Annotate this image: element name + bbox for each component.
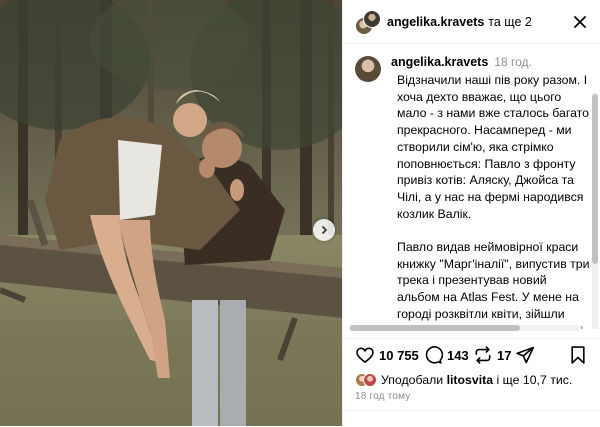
liked-by-suffix[interactable]: і ще 10,7 тис. bbox=[496, 373, 572, 387]
chevron-right-icon bbox=[321, 225, 328, 235]
caption-time: 18 год. bbox=[494, 55, 532, 69]
caption-username[interactable]: angelika.kravets bbox=[391, 55, 488, 69]
repost-button[interactable]: 17 bbox=[473, 345, 511, 365]
heart-icon bbox=[356, 347, 374, 364]
comment-icon bbox=[425, 346, 443, 364]
avatar[interactable] bbox=[355, 56, 381, 82]
comments-count: 143 bbox=[447, 347, 469, 363]
share-icon bbox=[516, 346, 535, 364]
comment-button[interactable]: 143 bbox=[423, 345, 469, 365]
photo-illustration bbox=[0, 0, 342, 426]
author-avatars[interactable] bbox=[355, 9, 381, 35]
avatar[interactable] bbox=[363, 373, 377, 387]
likes-count: 10 755 bbox=[379, 347, 419, 363]
comment-bar bbox=[343, 410, 600, 427]
horizontal-scrollbar[interactable] bbox=[348, 325, 581, 331]
caption-paragraph: Павло видав неймовірної краси книжку "Ма… bbox=[397, 240, 590, 329]
caption-area: angelika.kravets 18 год. Відзначили наші … bbox=[343, 44, 600, 329]
scrollbar-thumb[interactable] bbox=[350, 325, 520, 331]
save-button[interactable] bbox=[569, 345, 587, 365]
header-username[interactable]: angelika.kravets bbox=[387, 15, 484, 29]
liked-by-avatars[interactable] bbox=[355, 373, 377, 387]
caption-text: Відзначили наші пів року разом. І хоча д… bbox=[397, 72, 590, 329]
vertical-scrollbar[interactable] bbox=[592, 92, 598, 329]
bookmark-icon bbox=[571, 346, 585, 364]
reposts-count: 17 bbox=[497, 347, 512, 363]
post-panel: angelika.kravets та ще 2 angelika.kravet… bbox=[342, 0, 600, 426]
repost-icon bbox=[475, 346, 491, 364]
post-header: angelika.kravets та ще 2 bbox=[343, 0, 600, 44]
like-button[interactable]: 10 755 bbox=[355, 345, 419, 365]
avatar[interactable] bbox=[363, 9, 381, 28]
liked-by-prefix: Уподобали bbox=[381, 373, 444, 387]
close-icon[interactable] bbox=[571, 13, 589, 31]
scrollbar-thumb[interactable] bbox=[592, 94, 598, 264]
liked-by-user[interactable]: litosvita bbox=[447, 373, 493, 387]
carousel-next-button[interactable] bbox=[313, 219, 335, 241]
action-bar: 10 755 143 17 bbox=[343, 338, 600, 370]
liked-by-row: Уподобали litosvita і ще 10,7 тис. bbox=[355, 373, 572, 387]
share-button[interactable] bbox=[515, 345, 535, 365]
post-photo bbox=[0, 0, 342, 426]
post-timestamp[interactable]: 18 год тому bbox=[355, 391, 411, 402]
caption-paragraph: Відзначили наші пів року разом. І хоча д… bbox=[397, 73, 589, 221]
header-and-more[interactable]: та ще 2 bbox=[488, 15, 532, 29]
